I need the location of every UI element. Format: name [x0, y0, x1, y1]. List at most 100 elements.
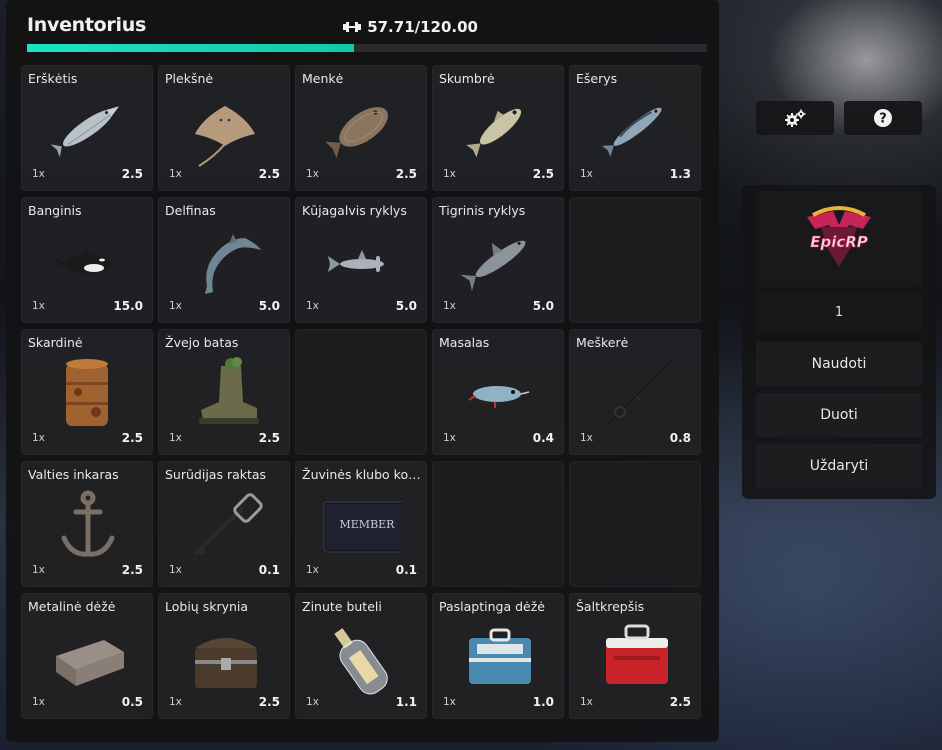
quantity-input[interactable]: 1 [756, 291, 922, 333]
inventory-slot[interactable]: Lobių skrynia 1x 2.5 [158, 593, 290, 719]
inventory-slot-empty[interactable] [432, 461, 564, 587]
close-button[interactable]: Uždaryti [756, 444, 922, 488]
inventory-slot[interactable]: Kūjagalvis ryklys 1x 5.0 [295, 197, 427, 323]
inventory-slot[interactable]: Masalas 1x 0.4 [432, 329, 564, 455]
inventory-slot-empty[interactable] [295, 329, 427, 455]
slot-item-weight: 2.5 [258, 695, 280, 709]
lure-icon [468, 386, 530, 408]
inventory-slot[interactable]: Tigrinis ryklys 1x 5.0 [432, 197, 564, 323]
slot-item-weight: 0.1 [258, 563, 280, 577]
slot-item-name: Banginis [28, 203, 82, 218]
inventory-slot[interactable]: Skumbrė 1x 2.5 [432, 65, 564, 191]
slot-item-name: Meškerė [576, 335, 629, 350]
slot-item-name: Surūdijas raktas [165, 467, 267, 482]
gears-icon [785, 109, 806, 127]
slot-item-count: 1x [32, 432, 45, 444]
slot-item-weight: 2.5 [395, 167, 417, 181]
slot-item-count: 1x [169, 168, 182, 180]
slot-item-count: 1x [443, 168, 456, 180]
slot-item-name: Valties inkaras [28, 467, 119, 482]
inventory-slot[interactable]: Erškėtis 1x 2.5 [21, 65, 153, 191]
slot-item-weight: 2.5 [258, 431, 280, 445]
inventory-slot[interactable]: Žuvinės klubo kort... MEMBER 1x 0.1 [295, 461, 427, 587]
slot-item-count: 1x [306, 564, 319, 576]
slot-item-name: Erškėtis [28, 71, 78, 86]
slot-item-name: Metalinė dėžė [28, 599, 116, 614]
weight-display: 57.71/120.00 [343, 18, 478, 36]
slot-item-name: Kūjagalvis ryklys [302, 203, 407, 218]
slot-item-weight: 2.5 [532, 167, 554, 181]
slot-item-weight: 2.5 [121, 431, 143, 445]
slot-item-weight: 2.5 [669, 695, 691, 709]
inventory-slot[interactable]: Zinute buteli 1x 1.1 [295, 593, 427, 719]
slot-item-weight: 2.5 [258, 167, 280, 181]
slot-item-name: Skumbrė [439, 71, 495, 86]
slot-item-weight: 5.0 [395, 299, 417, 313]
dumbbell-icon [343, 22, 362, 32]
slot-item-name: Delfinas [165, 203, 216, 218]
inventory-slot[interactable]: Banginis 1x 15.0 [21, 197, 153, 323]
mackerel-icon [601, 107, 662, 157]
slot-item-weight: 1.1 [395, 695, 417, 709]
slot-item-count: 1x [306, 300, 319, 312]
inventory-slot-empty[interactable] [569, 197, 701, 323]
weight-bar-fill [27, 44, 355, 52]
slot-item-name: Tigrinis ryklys [439, 203, 526, 218]
inventory-slot[interactable]: Šaltkrepšis 1x 2.5 [569, 593, 701, 719]
slot-item-count: 1x [306, 696, 319, 708]
slot-item-weight: 1.3 [669, 167, 691, 181]
anchor-icon [61, 490, 115, 557]
slot-item-count: 1x [169, 564, 182, 576]
inventory-slot[interactable]: Skardinė 1x 2.5 [21, 329, 153, 455]
slot-item-name: Paslaptinga dėžė [439, 599, 545, 614]
slot-item-weight: 2.5 [121, 563, 143, 577]
rusty-can-icon [66, 359, 108, 426]
svg-text:EpicRP: EpicRP [810, 233, 868, 251]
member-card-icon: MEMBER [323, 501, 402, 553]
slot-item-weight: 15.0 [113, 299, 143, 313]
slot-item-count: 1x [306, 168, 319, 180]
slot-item-name: Masalas [439, 335, 490, 350]
inventory-slot-empty[interactable] [569, 461, 701, 587]
cooler-icon [606, 624, 668, 684]
hammerhead-icon [328, 250, 384, 272]
slot-item-count: 1x [580, 432, 593, 444]
slot-item-count: 1x [32, 696, 45, 708]
inventory-slot[interactable]: Menkė 1x 2.5 [295, 65, 427, 191]
slot-item-count: 1x [169, 432, 182, 444]
fish-icon [466, 108, 522, 158]
question-icon: ? [874, 109, 892, 127]
sturgeon-icon [50, 106, 120, 158]
treasure-chest-icon [195, 638, 257, 688]
slot-item-weight: 5.0 [532, 299, 554, 313]
help-button[interactable]: ? [844, 101, 922, 135]
slot-item-name: Plekšnė [165, 71, 214, 86]
inventory-slot[interactable]: Žvejo batas 1x 2.5 [158, 329, 290, 455]
inventory-slot[interactable]: Paslaptinga dėžė 1x 1.0 [432, 593, 564, 719]
shark-icon [460, 240, 526, 292]
inventory-slot[interactable]: Meškerė 1x 0.8 [569, 329, 701, 455]
rusty-key-icon [193, 493, 263, 556]
inventory-slot[interactable]: Ešerys 1x 1.3 [569, 65, 701, 191]
weight-bar [27, 44, 707, 52]
settings-button[interactable] [756, 101, 834, 135]
use-button[interactable]: Naudoti [756, 342, 922, 386]
inventory-slot[interactable]: Plekšnė 1x 2.5 [158, 65, 290, 191]
inventory-slot[interactable]: Valties inkaras 1x 2.5 [21, 461, 153, 587]
slot-item-count: 1x [169, 696, 182, 708]
slot-item-count: 1x [580, 168, 593, 180]
slot-item-count: 1x [580, 696, 593, 708]
slot-item-weight: 0.8 [669, 431, 691, 445]
inventory-slot[interactable]: Delfinas 1x 5.0 [158, 197, 290, 323]
slot-item-name: Menkė [302, 71, 344, 86]
flounder-icon [325, 107, 388, 158]
inventory-slot[interactable]: Surūdijas raktas 1x 0.1 [158, 461, 290, 587]
slot-item-name: Šaltkrepšis [576, 599, 645, 614]
give-button[interactable]: Duoti [756, 393, 922, 437]
slot-item-count: 1x [169, 300, 182, 312]
slot-item-count: 1x [443, 300, 456, 312]
inventory-slot[interactable]: Metalinė dėžė 1x 0.5 [21, 593, 153, 719]
old-boot-icon [199, 357, 259, 424]
orca-icon [56, 246, 110, 273]
slot-item-name: Skardinė [28, 335, 83, 350]
